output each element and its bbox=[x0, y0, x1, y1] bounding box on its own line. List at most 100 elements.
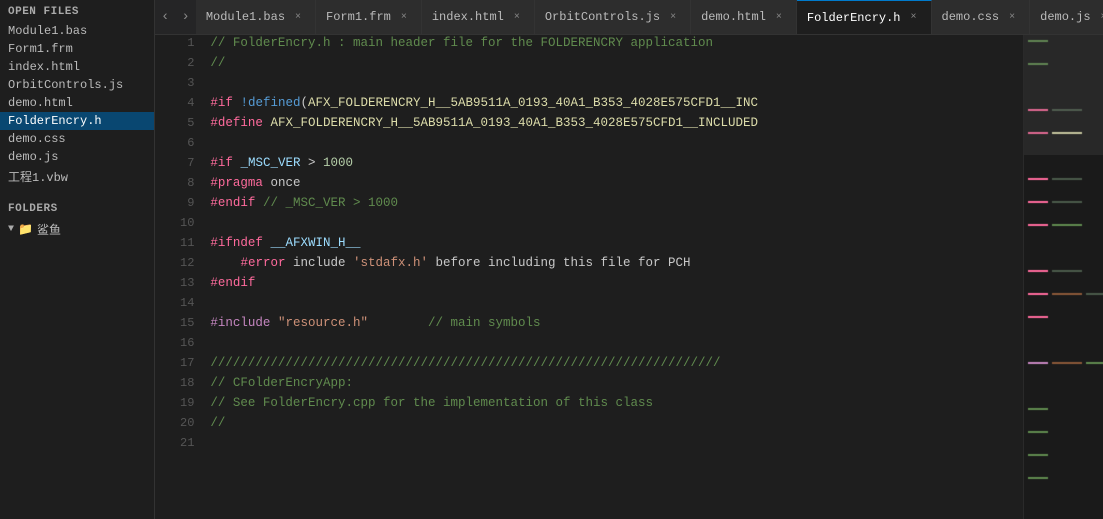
table-row: 1// FolderEncry.h : main header file for… bbox=[155, 35, 1023, 55]
tab-close-icon[interactable]: × bbox=[291, 10, 305, 24]
line-content: #endif bbox=[206, 275, 1023, 295]
folders-header: FOLDERS bbox=[0, 197, 154, 219]
table-row: 5#define AFX_FOLDERENCRY_H__5AB9511A_019… bbox=[155, 115, 1023, 135]
line-content bbox=[206, 435, 1023, 455]
line-number: 19 bbox=[155, 395, 206, 415]
tab-close-icon[interactable]: × bbox=[666, 10, 680, 24]
line-number: 20 bbox=[155, 415, 206, 435]
line-number: 18 bbox=[155, 375, 206, 395]
line-number: 4 bbox=[155, 95, 206, 115]
line-number: 10 bbox=[155, 215, 206, 235]
line-number: 15 bbox=[155, 315, 206, 335]
line-number: 5 bbox=[155, 115, 206, 135]
line-number: 8 bbox=[155, 175, 206, 195]
code-editor[interactable]: 1// FolderEncry.h : main header file for… bbox=[155, 35, 1023, 519]
table-row: 8#pragma once bbox=[155, 175, 1023, 195]
tab-bar: ‹ › Module1.bas×Form1.frm×index.html×Orb… bbox=[155, 0, 1103, 35]
line-content: // bbox=[206, 415, 1023, 435]
tab-close-icon[interactable]: × bbox=[510, 10, 524, 24]
tab-demo-html[interactable]: demo.html × bbox=[691, 0, 797, 34]
back-btn[interactable]: ‹ bbox=[155, 0, 175, 34]
sidebar-file-OrbitControls-js[interactable]: OrbitControls.js bbox=[0, 76, 154, 94]
line-content: #endif // _MSC_VER > 1000 bbox=[206, 195, 1023, 215]
line-number: 12 bbox=[155, 255, 206, 275]
line-content: #define AFX_FOLDERENCRY_H__5AB9511A_0193… bbox=[206, 115, 1023, 135]
table-row: 15#include "resource.h" // main symbols bbox=[155, 315, 1023, 335]
code-body: 1// FolderEncry.h : main header file for… bbox=[155, 35, 1023, 455]
table-row: 17//////////////////////////////////////… bbox=[155, 355, 1023, 375]
line-number: 11 bbox=[155, 235, 206, 255]
table-row: 12 #error include 'stdafx.h' before incl… bbox=[155, 255, 1023, 275]
tab-demo-css[interactable]: demo.css × bbox=[932, 0, 1031, 34]
tab-Module1-bas[interactable]: Module1.bas × bbox=[196, 0, 316, 34]
open-files-header: OPEN FILES bbox=[0, 0, 154, 22]
editor-container: 1// FolderEncry.h : main header file for… bbox=[155, 35, 1103, 519]
minimap-viewport[interactable] bbox=[1024, 35, 1103, 155]
sidebar-file-demo-js[interactable]: demo.js bbox=[0, 148, 154, 166]
tab-label: OrbitControls.js bbox=[545, 10, 660, 24]
line-number: 21 bbox=[155, 435, 206, 455]
line-number: 6 bbox=[155, 135, 206, 155]
table-row: 16 bbox=[155, 335, 1023, 355]
tab-close-icon[interactable]: × bbox=[907, 11, 921, 25]
table-row: 7#if _MSC_VER > 1000 bbox=[155, 155, 1023, 175]
line-content bbox=[206, 135, 1023, 155]
sidebar-file-FolderEncry-h[interactable]: FolderEncry.h bbox=[0, 112, 154, 130]
table-row: 13#endif bbox=[155, 275, 1023, 295]
tab-label: demo.css bbox=[942, 10, 1000, 24]
sidebar-file-demo-css[interactable]: demo.css bbox=[0, 130, 154, 148]
sidebar-file-工程1-vbw[interactable]: 工程1.vbw bbox=[0, 166, 154, 187]
tab-OrbitControls-js[interactable]: OrbitControls.js × bbox=[535, 0, 691, 34]
line-number: 16 bbox=[155, 335, 206, 355]
line-content: // See FolderEncry.cpp for the implement… bbox=[206, 395, 1023, 415]
tab-label: FolderEncry.h bbox=[807, 11, 901, 25]
tabs-container: Module1.bas×Form1.frm×index.html×OrbitCo… bbox=[196, 0, 1103, 34]
tab-close-icon[interactable]: × bbox=[1097, 10, 1103, 24]
folder-item[interactable]: ▼ 📁 鲨鱼 bbox=[0, 219, 154, 240]
tab-FolderEncry-h[interactable]: FolderEncry.h × bbox=[797, 0, 932, 34]
tab-close-icon[interactable]: × bbox=[397, 10, 411, 24]
line-number: 1 bbox=[155, 35, 206, 55]
table-row: 20// bbox=[155, 415, 1023, 435]
tab-label: demo.html bbox=[701, 10, 766, 24]
table-row: 9#endif // _MSC_VER > 1000 bbox=[155, 195, 1023, 215]
table-row: 21 bbox=[155, 435, 1023, 455]
forward-btn[interactable]: › bbox=[175, 0, 195, 34]
tab-index-html[interactable]: index.html × bbox=[422, 0, 535, 34]
line-content: // CFolderEncryApp: bbox=[206, 375, 1023, 395]
tab-Form1-frm[interactable]: Form1.frm × bbox=[316, 0, 422, 34]
sidebar: OPEN FILES Module1.basForm1.frmindex.htm… bbox=[0, 0, 155, 519]
tab-close-icon[interactable]: × bbox=[772, 10, 786, 24]
tab-close-icon[interactable]: × bbox=[1005, 10, 1019, 24]
table-row: 11#ifndef __AFXWIN_H__ bbox=[155, 235, 1023, 255]
table-row: 19// See FolderEncry.cpp for the impleme… bbox=[155, 395, 1023, 415]
tab-label: Form1.frm bbox=[326, 10, 391, 24]
folder-name: 鲨鱼 bbox=[37, 221, 61, 238]
line-content: ////////////////////////////////////////… bbox=[206, 355, 1023, 375]
sidebar-file-demo-html[interactable]: demo.html bbox=[0, 94, 154, 112]
line-number: 9 bbox=[155, 195, 206, 215]
tab-label: Module1.bas bbox=[206, 10, 285, 24]
sidebar-file-Module1-bas[interactable]: Module1.bas bbox=[0, 22, 154, 40]
table-row: 18// CFolderEncryApp: bbox=[155, 375, 1023, 395]
line-content bbox=[206, 215, 1023, 235]
table-row: 10 bbox=[155, 215, 1023, 235]
main-area: ‹ › Module1.bas×Form1.frm×index.html×Orb… bbox=[155, 0, 1103, 519]
line-number: 17 bbox=[155, 355, 206, 375]
sidebar-file-Form1-frm[interactable]: Form1.frm bbox=[0, 40, 154, 58]
tab-demo-js[interactable]: demo.js × bbox=[1030, 0, 1103, 34]
tab-label: demo.js bbox=[1040, 10, 1090, 24]
folder-icon: 📁 bbox=[18, 222, 33, 237]
line-content: // bbox=[206, 55, 1023, 75]
line-number: 13 bbox=[155, 275, 206, 295]
sidebar-file-index-html[interactable]: index.html bbox=[0, 58, 154, 76]
table-row: 14 bbox=[155, 295, 1023, 315]
table-row: 3 bbox=[155, 75, 1023, 95]
line-content bbox=[206, 295, 1023, 315]
line-content bbox=[206, 75, 1023, 95]
line-number: 3 bbox=[155, 75, 206, 95]
line-content: #pragma once bbox=[206, 175, 1023, 195]
tab-label: index.html bbox=[432, 10, 504, 24]
folders-section: FOLDERS ▼ 📁 鲨鱼 bbox=[0, 197, 154, 240]
folder-arrow-icon: ▼ bbox=[8, 224, 14, 235]
